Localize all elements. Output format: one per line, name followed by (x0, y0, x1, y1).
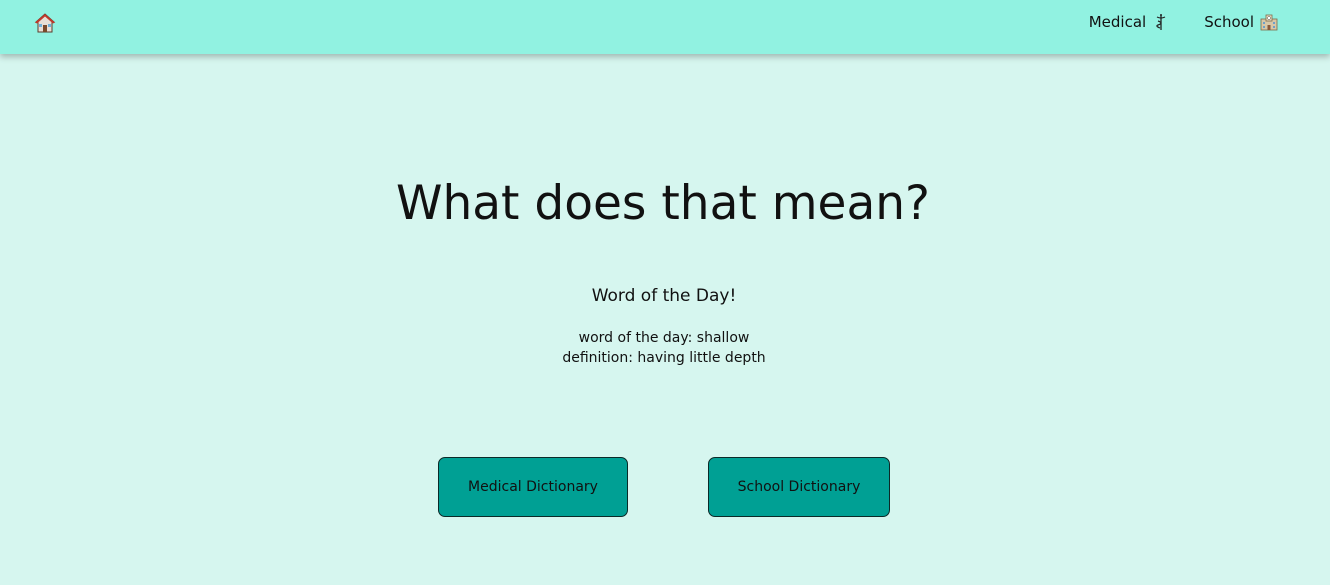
word-of-day-heading: Word of the Day! (591, 286, 737, 306)
home-link[interactable] (34, 12, 56, 34)
word-of-day-definition: definition: having little depth (562, 350, 766, 366)
word-of-day-body: word of the day: shallow definition: hav… (0, 328, 1328, 368)
word-of-day-word: word of the day: shallow (578, 330, 750, 346)
navbar: Medical School (0, 0, 1330, 54)
main-content: What does that mean? Word of the Day! wo… (0, 54, 1330, 585)
nav-link-medical[interactable]: Medical (1089, 12, 1170, 32)
page-title: What does that mean? (396, 176, 930, 231)
school-building-icon (1260, 14, 1278, 31)
nav-link-school-label: School (1204, 13, 1254, 31)
school-dictionary-button[interactable]: School Dictionary (708, 457, 890, 517)
nav-links: Medical School (1089, 12, 1278, 32)
house-icon (34, 13, 56, 33)
caduceus-icon (1156, 14, 1166, 30)
medical-dictionary-button[interactable]: Medical Dictionary (438, 457, 628, 517)
nav-link-school[interactable]: School (1204, 12, 1278, 32)
nav-link-medical-label: Medical (1088, 13, 1147, 31)
